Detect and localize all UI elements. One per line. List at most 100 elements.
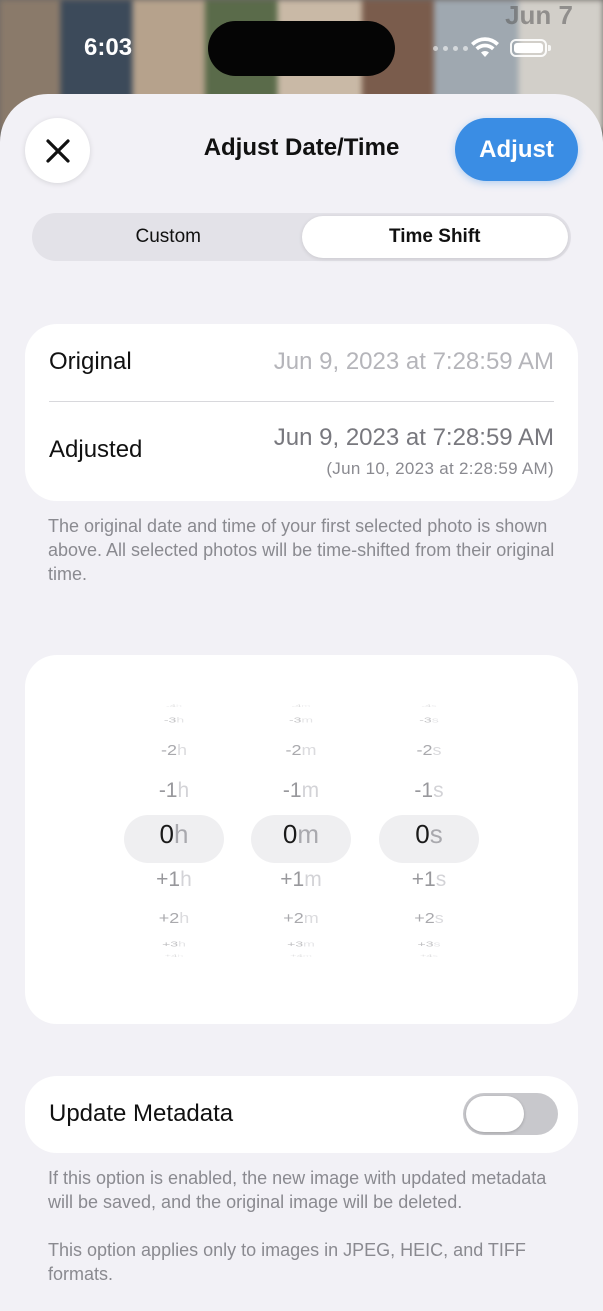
wifi-icon: [471, 37, 499, 57]
picker-value[interactable]: +4s: [379, 954, 479, 958]
picker-unit: s: [434, 909, 444, 927]
picker-value[interactable]: -4m: [251, 704, 351, 708]
picker-number: +3: [417, 939, 434, 949]
adjust-button[interactable]: Adjust: [455, 118, 578, 181]
picker-number: +1: [280, 868, 305, 891]
picker-number: -4: [291, 704, 302, 708]
seconds-wheel[interactable]: -4s -3s -2s -1s 0s +1s +2s +3s +4s: [379, 700, 479, 970]
picker-unit: s: [431, 704, 437, 708]
original-value: Jun 9, 2023 at 7:28:59 AM: [273, 348, 554, 375]
picker-number: -3: [163, 715, 177, 725]
picker-value[interactable]: -2s: [379, 742, 479, 759]
picker-value[interactable]: +1s: [379, 868, 479, 892]
picker-value[interactable]: +2s: [379, 910, 479, 927]
picker-value[interactable]: +4h: [124, 954, 224, 958]
segment-time-shift[interactable]: Time Shift: [301, 216, 568, 258]
segment-custom[interactable]: Custom: [35, 216, 302, 258]
picker-unit: m: [301, 741, 317, 759]
status-time: 6:03: [84, 34, 133, 61]
picker-value[interactable]: -4s: [379, 704, 479, 708]
picker-unit: m: [297, 819, 320, 849]
datetime-card: Original Jun 9, 2023 at 7:28:59 AM Adjus…: [25, 324, 578, 501]
status-bar: 6:03: [0, 0, 603, 95]
divider: [49, 401, 554, 402]
picker-unit: s: [431, 715, 439, 725]
original-label: Original: [49, 348, 132, 375]
picker-value[interactable]: +4m: [251, 954, 351, 958]
picker-unit: m: [304, 868, 322, 891]
picker-number: -3: [288, 715, 302, 725]
picker-value[interactable]: -2h: [124, 742, 224, 759]
time-shift-picker: -4h -3h -2h -1h 0h +1h +2h +3h +4h -4m -3m -2m -1m 0…: [25, 655, 578, 1024]
picker-unit: s: [432, 954, 439, 958]
battery-icon: [510, 39, 551, 57]
picker-selected-value[interactable]: 0h: [124, 819, 224, 850]
picker-value[interactable]: -2m: [251, 742, 351, 759]
picker-number: +4: [419, 954, 433, 958]
picker-value[interactable]: -1h: [124, 779, 224, 803]
picker-value[interactable]: +1h: [124, 868, 224, 892]
dynamic-island: [208, 21, 395, 76]
picker-value[interactable]: -3m: [251, 716, 351, 725]
picker-unit: h: [177, 741, 188, 759]
picker-unit: h: [177, 954, 184, 958]
picker-unit: h: [179, 909, 190, 927]
picker-unit: s: [435, 868, 447, 891]
picker-number: +2: [414, 909, 435, 927]
picker-unit: h: [178, 939, 186, 949]
picker-number: 0: [282, 819, 298, 849]
picker-value[interactable]: -1m: [251, 779, 351, 803]
picker-number: -2: [416, 741, 433, 759]
picker-value[interactable]: -3s: [379, 716, 479, 725]
picker-value[interactable]: +3s: [379, 940, 479, 949]
adjusted-value: Jun 9, 2023 at 7:28:59 AM: [273, 424, 554, 451]
adjusted-utc-value: (Jun 10, 2023 at 2:28:59 AM): [326, 459, 554, 478]
adjusted-label: Adjusted: [49, 436, 143, 463]
toggle-knob: [466, 1096, 524, 1132]
update-metadata-toggle[interactable]: [463, 1093, 558, 1135]
picker-number: -2: [285, 741, 302, 759]
picker-value[interactable]: +2m: [251, 910, 351, 927]
metadata-footnote-1: If this option is enabled, the new image…: [48, 1168, 547, 1212]
picker-number: -2: [160, 741, 177, 759]
picker-unit: h: [180, 868, 192, 891]
picker-number: +2: [283, 909, 304, 927]
picker-number: +3: [287, 939, 304, 949]
picker-number: -1: [282, 779, 302, 802]
picker-number: -3: [419, 715, 432, 725]
picker-unit: m: [303, 909, 319, 927]
picker-number: 0: [159, 819, 174, 849]
picker-number: -1: [158, 779, 178, 802]
picker-value[interactable]: +3h: [124, 940, 224, 949]
picker-value[interactable]: -3h: [124, 716, 224, 725]
picker-number: -4: [421, 704, 432, 708]
picker-selected-value[interactable]: 0s: [379, 819, 479, 850]
picker-value[interactable]: +1m: [251, 868, 351, 892]
picker-number: +4: [164, 954, 178, 958]
picker-unit: m: [302, 954, 312, 958]
metadata-footnote-2: This option applies only to images in JP…: [48, 1240, 526, 1284]
picker-unit: m: [301, 715, 314, 725]
picker-value[interactable]: +2h: [124, 910, 224, 927]
picker-selected-value[interactable]: 0m: [251, 819, 351, 850]
hours-wheel[interactable]: -4h -3h -2h -1h 0h +1h +2h +3h +4h: [124, 700, 224, 970]
picker-number: +2: [158, 909, 180, 927]
picker-unit: h: [177, 779, 190, 802]
picker-unit: s: [433, 939, 441, 949]
picker-value[interactable]: -4h: [124, 704, 224, 708]
picker-unit: m: [303, 939, 315, 949]
picker-unit: s: [433, 779, 444, 802]
picker-unit: h: [175, 704, 182, 708]
picker-number: -4: [166, 704, 176, 708]
picker-value[interactable]: +3m: [251, 940, 351, 949]
picker-value[interactable]: -1s: [379, 779, 479, 803]
picker-number: +4: [290, 954, 303, 958]
update-metadata-label: Update Metadata: [49, 1100, 234, 1127]
cellular-signal-icon: [433, 46, 468, 51]
time-shift-footnote: The original date and time of your first…: [48, 516, 555, 584]
picker-number: +1: [411, 868, 436, 891]
picker-unit: h: [176, 715, 185, 725]
picker-unit: s: [429, 819, 443, 849]
minutes-wheel[interactable]: -4m -3m -2m -1m 0m +1m +2m +3m +4m: [251, 700, 351, 970]
picker-unit: m: [301, 704, 311, 708]
